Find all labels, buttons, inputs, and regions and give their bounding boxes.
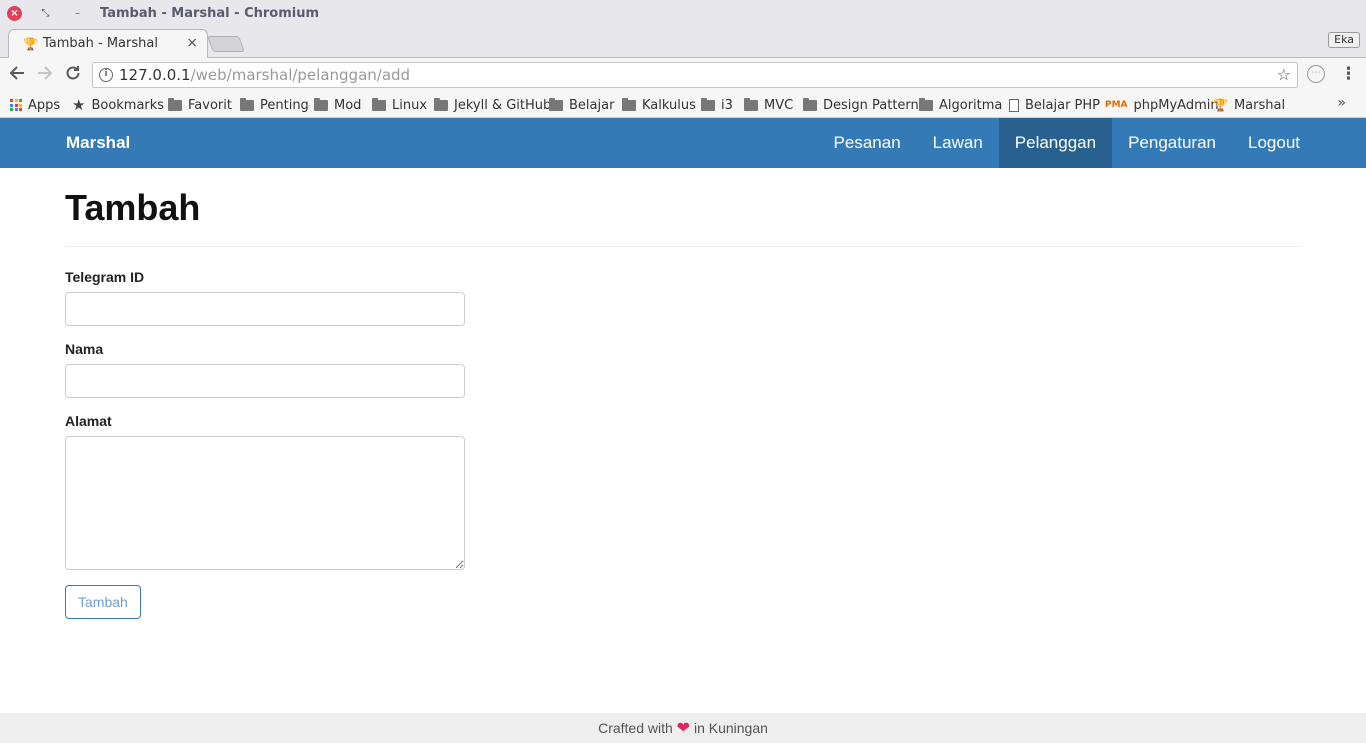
folder-icon [622, 97, 636, 111]
nav-item-pesanan[interactable]: Pesanan [818, 118, 917, 168]
bookmark-label: Belajar PHP [1025, 97, 1101, 113]
bookmark-label: Kalkulus [642, 97, 696, 113]
alamat-textarea[interactable] [65, 436, 465, 570]
nav-item-pelanggan[interactable]: Pelanggan [998, 118, 1113, 168]
bookmarks-bar: Apps ★ Bookmarks Favorit Penting Mod Lin… [0, 92, 1366, 118]
folder-icon [240, 97, 254, 111]
page-title: Tambah [65, 188, 1301, 247]
bookmark-folder-mvc[interactable]: MVC [744, 95, 793, 115]
telegram-id-input[interactable] [65, 292, 465, 326]
tab-title: Tambah - Marshal [43, 36, 158, 51]
window-titlebar: × ⤡ – Tambah - Marshal - Chromium [0, 0, 1366, 28]
bookmark-label: i3 [721, 97, 733, 113]
bookmark-label: Favorit [188, 97, 232, 113]
star-icon: ★ [72, 96, 86, 114]
bookmark-label: MVC [764, 97, 794, 113]
url-host: 127.0.0.1 [119, 66, 191, 84]
window-close-button[interactable]: × [7, 6, 22, 21]
bookmark-label: Jekyll & GitHub [454, 97, 552, 113]
bookmark-folder-penting[interactable]: Penting [240, 95, 309, 115]
bookmark-star-icon[interactable]: ☆ [1277, 65, 1291, 84]
bookmark-label: Algoritma [939, 97, 1003, 113]
footer-text-before: Crafted with [598, 720, 673, 736]
tambah-button[interactable]: Tambah [65, 585, 141, 619]
url-text[interactable]: 127.0.0.1/web/marshal/pelanggan/add [119, 66, 410, 84]
folder-icon [168, 97, 182, 111]
page-footer: Crafted with ❤ in Kuningan [0, 713, 1366, 743]
bookmark-folder-design-pattern[interactable]: Design Pattern [803, 95, 919, 115]
address-bar[interactable]: i 127.0.0.1/web/marshal/pelanggan/add ☆ [92, 62, 1298, 88]
reload-icon[interactable] [62, 64, 84, 86]
bookmark-folder-kalkulus[interactable]: Kalkulus [622, 95, 696, 115]
navbar-brand[interactable]: Marshal [66, 133, 130, 153]
browser-tab-active[interactable]: 🏆 Tambah - Marshal × [8, 29, 208, 58]
bookmark-bookmarks[interactable]: ★ Bookmarks [72, 95, 164, 115]
page-icon [1009, 98, 1019, 112]
heart-icon: ❤ [676, 720, 691, 737]
bookmark-belajar-php[interactable]: Belajar PHP [1009, 95, 1100, 115]
new-tab-button[interactable] [207, 36, 245, 52]
info-icon[interactable]: i [99, 68, 113, 82]
bookmark-folder-belajar[interactable]: Belajar [549, 95, 614, 115]
folder-icon [803, 97, 817, 111]
extension-icon[interactable]: ⋯ [1307, 65, 1325, 83]
nav-item-pengaturan[interactable]: Pengaturan [1112, 118, 1232, 168]
tab-strip: 🏆 Tambah - Marshal × Eka [0, 28, 1366, 58]
alamat-label: Alamat [65, 413, 112, 429]
bookmark-label: Linux [392, 97, 428, 113]
profile-button[interactable]: Eka [1328, 32, 1360, 48]
tab-close-icon[interactable]: × [186, 35, 198, 51]
browser-menu-icon[interactable]: ⋮ [1340, 64, 1357, 84]
folder-icon [701, 97, 715, 111]
browser-toolbar: i 127.0.0.1/web/marshal/pelanggan/add ☆ … [0, 58, 1366, 92]
trophy-icon: 🏆 [1213, 98, 1228, 112]
nama-label: Nama [65, 341, 104, 357]
bookmark-folder-algoritma[interactable]: Algoritma [919, 95, 1002, 115]
bookmark-label: Apps [28, 97, 61, 113]
window-title: Tambah - Marshal - Chromium [100, 6, 320, 21]
bookmark-label: Penting [260, 97, 309, 113]
bookmarks-overflow-icon[interactable]: » [1337, 95, 1346, 111]
telegram-id-label: Telegram ID [65, 269, 145, 285]
forward-arrow-icon[interactable] [34, 64, 56, 86]
bookmark-label: Belajar [569, 97, 615, 113]
bookmark-folder-linux[interactable]: Linux [372, 95, 427, 115]
bookmark-folder-mod[interactable]: Mod [314, 95, 361, 115]
bookmark-label: Mod [334, 97, 362, 113]
app-navbar: Marshal Pesanan Lawan Pelanggan Pengatur… [0, 118, 1366, 168]
bookmark-apps[interactable]: Apps [10, 95, 60, 115]
phpmyadmin-icon: PMA [1105, 100, 1128, 110]
bookmark-label: phpMyAdmin [1133, 97, 1219, 113]
trophy-icon: 🏆 [23, 36, 38, 51]
navbar-menu: Pesanan Lawan Pelanggan Pengaturan Logou… [818, 118, 1316, 168]
add-customer-form: Telegram ID Nama Alamat Tambah [65, 269, 465, 619]
window-minimize-button[interactable]: – [70, 6, 85, 21]
folder-icon [372, 97, 386, 111]
bookmark-label: Bookmarks [91, 97, 165, 113]
folder-icon [314, 97, 328, 111]
main-content: Tambah Telegram ID Nama Alamat Tambah [65, 168, 1301, 619]
bookmark-marshal[interactable]: 🏆 Marshal [1213, 95, 1285, 115]
bookmark-label: Marshal [1233, 97, 1286, 113]
folder-icon [434, 97, 448, 111]
footer-text-after: in Kuningan [693, 720, 768, 736]
back-arrow-icon[interactable] [6, 64, 28, 86]
bookmark-folder-favorit[interactable]: Favorit [168, 95, 232, 115]
window-restore-button[interactable]: ⤡ [38, 6, 53, 21]
bookmark-phpmyadmin[interactable]: PMA phpMyAdmin [1105, 95, 1219, 115]
apps-grid-icon [10, 99, 22, 111]
nama-input[interactable] [65, 364, 465, 398]
bookmark-folder-i3[interactable]: i3 [701, 95, 733, 115]
folder-icon [549, 97, 563, 111]
nav-item-lawan[interactable]: Lawan [917, 118, 999, 168]
url-path: /web/marshal/pelanggan/add [190, 66, 411, 84]
bookmark-folder-jekyll[interactable]: Jekyll & GitHub [434, 95, 551, 115]
nav-item-logout[interactable]: Logout [1232, 118, 1316, 168]
folder-icon [744, 97, 758, 111]
folder-icon [919, 97, 933, 111]
bookmark-label: Design Pattern [823, 97, 919, 113]
